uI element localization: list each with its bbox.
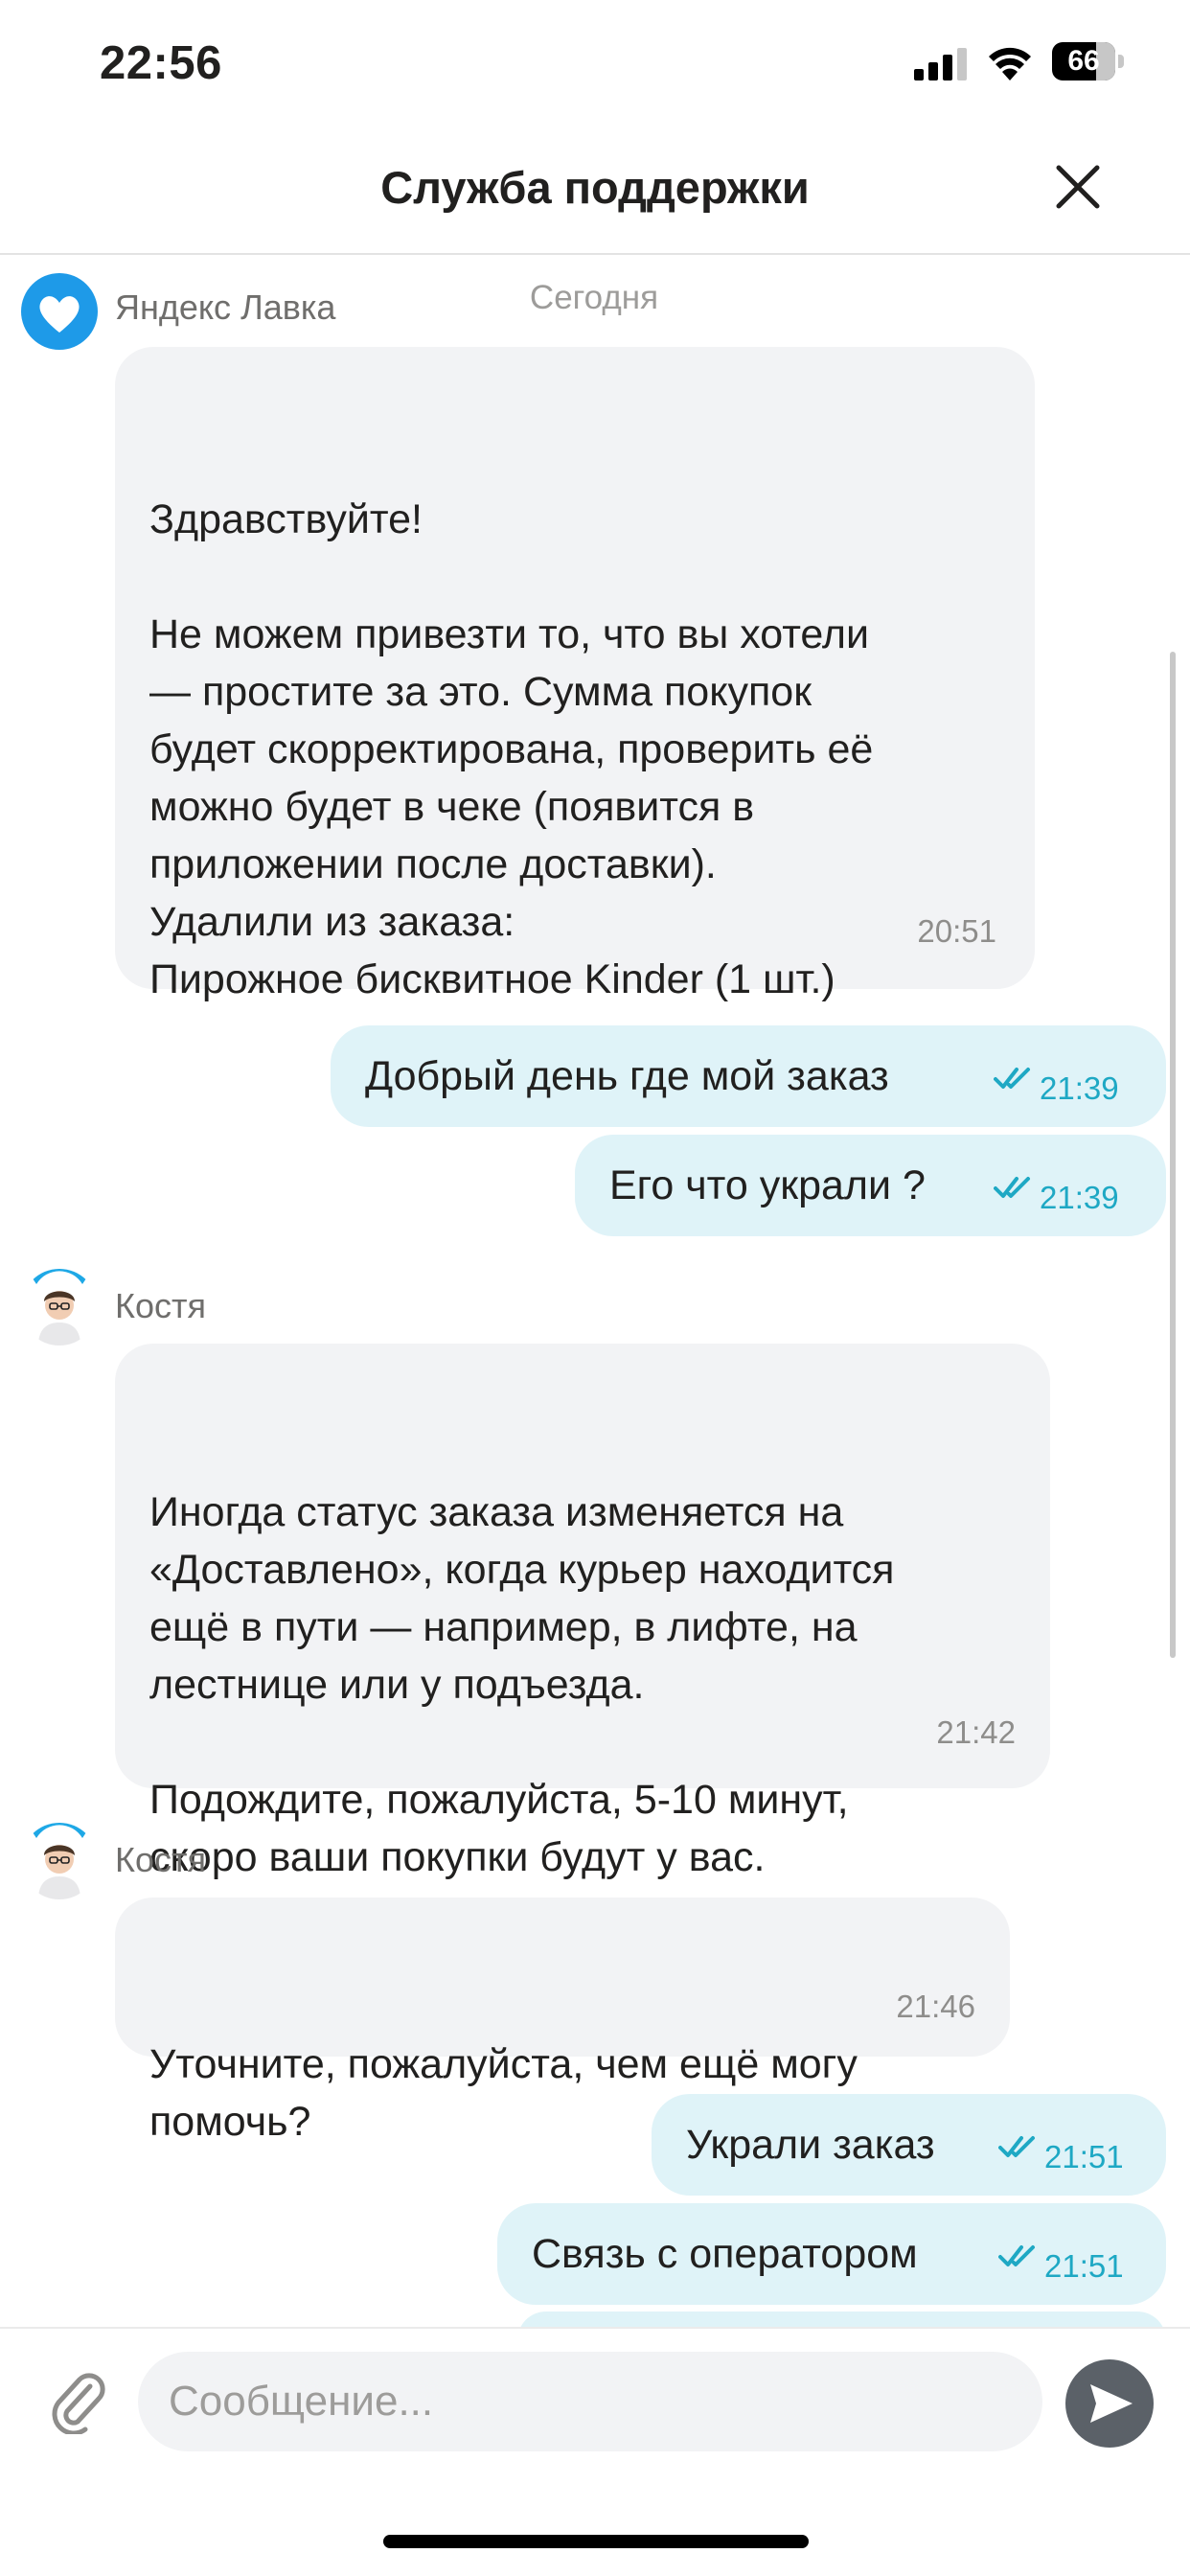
sender-name: Костя bbox=[115, 1840, 206, 1879]
operator-avatar bbox=[21, 1269, 98, 1346]
yandex-lavka-logo-icon bbox=[21, 273, 98, 350]
double-check-icon bbox=[994, 1177, 1030, 1198]
signal-icon bbox=[914, 48, 967, 80]
message-text: Добрый день где мой заказ bbox=[365, 1053, 889, 1099]
incoming-message-bubble[interactable]: Иногда статус заказа изменяется на «Дост… bbox=[115, 1344, 1050, 1880]
message-time: 20:51 bbox=[917, 913, 996, 949]
close-icon[interactable] bbox=[1051, 160, 1105, 214]
page-title: Служба поддержки bbox=[380, 162, 810, 213]
outgoing-message-bubble[interactable]: Добрый день где мой заказ 21:39 bbox=[331, 1025, 1166, 1127]
message-input[interactable] bbox=[138, 2352, 1042, 2451]
incoming-message-bubble[interactable]: Здравствуйте! Не можем привезти то, что … bbox=[115, 347, 1035, 1002]
message-time: 21:51 bbox=[1044, 2248, 1124, 2284]
header-divider bbox=[0, 253, 1190, 255]
double-check-icon bbox=[998, 2136, 1035, 2157]
incoming-message-bubble[interactable]: Уточните, пожалуйста, чем ещё могу помоч… bbox=[115, 1898, 1010, 2145]
scrollbar[interactable] bbox=[1170, 652, 1176, 1658]
sender-name: Костя bbox=[115, 1286, 206, 1325]
message-time: 21:51 bbox=[1044, 2139, 1124, 2174]
double-check-icon bbox=[998, 2245, 1035, 2266]
message-text: Украли заказ bbox=[686, 2122, 935, 2168]
outgoing-message-bubble[interactable]: Украли заказ 21:51 bbox=[652, 2094, 1166, 2196]
message-text: Связь с оператором bbox=[532, 2231, 918, 2277]
input-divider bbox=[0, 2327, 1190, 2329]
message-time: 21:39 bbox=[1040, 1180, 1119, 1215]
message-time: 21:46 bbox=[896, 1989, 975, 2024]
sender-name: Яндекс Лавка bbox=[115, 288, 336, 327]
battery-icon: 66 bbox=[1052, 42, 1125, 80]
outgoing-message-bubble[interactable]: Связь с оператором 21:51 bbox=[497, 2203, 1166, 2305]
wifi-icon bbox=[989, 47, 1031, 80]
battery-level: 66 bbox=[1067, 45, 1100, 77]
double-check-icon bbox=[994, 1068, 1030, 1089]
date-label: Сегодня bbox=[529, 279, 659, 316]
paperclip-icon[interactable] bbox=[48, 2367, 107, 2434]
status-time: 22:56 bbox=[100, 37, 222, 89]
message-text: Его что украли ? bbox=[609, 1162, 926, 1208]
message-time: 21:42 bbox=[936, 1714, 1016, 1750]
home-indicator bbox=[383, 2535, 809, 2548]
send-button[interactable] bbox=[1065, 2359, 1154, 2448]
message-time: 21:39 bbox=[1040, 1070, 1119, 1106]
message-text: Здравствуйте! Не можем привезти то, что … bbox=[149, 496, 874, 1002]
message-text: Иногда статус заказа изменяется на «Дост… bbox=[149, 1489, 895, 1880]
send-icon bbox=[1090, 2384, 1133, 2423]
outgoing-message-bubble[interactable]: Его что украли ? 21:39 bbox=[575, 1135, 1166, 1236]
operator-avatar bbox=[21, 1823, 98, 1899]
